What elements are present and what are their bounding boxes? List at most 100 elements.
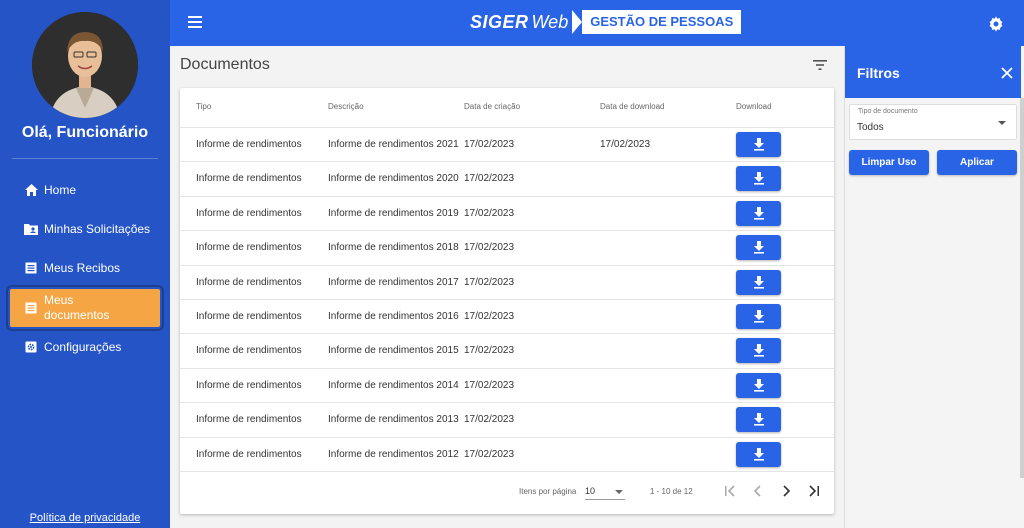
table-header: Tipo Descrição Data de criação Data de d…: [180, 88, 834, 128]
gear-icon[interactable]: [988, 16, 1004, 32]
cell-tipo: Informe de rendimentos: [196, 207, 302, 219]
download-button[interactable]: [736, 200, 781, 226]
download-icon: [753, 241, 764, 254]
menu-icon[interactable]: [188, 16, 202, 28]
page-title: Documentos: [180, 56, 270, 73]
download-button[interactable]: [736, 338, 781, 364]
close-icon[interactable]: [1001, 66, 1013, 79]
greeting: Olá, Funcionário: [21, 124, 149, 141]
last-page-icon[interactable]: [807, 484, 821, 498]
download-icon: [753, 378, 764, 392]
logo-arrow: [572, 10, 583, 34]
cell-descricao: Informe de rendimentos 2012: [328, 448, 459, 460]
cell-data-download: 17/02/2023: [600, 139, 651, 150]
cell-tipo: Informe de rendimentos: [196, 173, 302, 185]
table-row: Informe de rendimentos Informe de rendime…: [180, 334, 834, 369]
cell-tipo: Informe de rendimentos: [196, 311, 302, 322]
cell-tipo: Informe de rendimentos: [196, 242, 302, 254]
col-header-data-criacao: Data de criação: [464, 102, 521, 111]
sidebar-item-configuracoes[interactable]: Configurações: [10, 339, 160, 355]
privacy-policy-link[interactable]: Política de privacidade: [0, 512, 170, 524]
filters-title: Filtros: [857, 65, 900, 81]
download-button[interactable]: [736, 441, 781, 467]
download-button[interactable]: [736, 132, 781, 157]
documents-table: Tipo Descrição Data de criação Data de d…: [180, 88, 834, 514]
next-page-icon[interactable]: [779, 484, 793, 498]
sidebar-item-label: Minhas Solicitações: [44, 221, 151, 236]
doc-type-select[interactable]: Tipo de documento Todos: [849, 104, 1017, 140]
list-icon: [24, 261, 38, 275]
download-button[interactable]: [736, 269, 781, 295]
cell-data-criacao: 17/02/2023: [464, 379, 515, 391]
paginator: Itens por página 10 1 - 10 de 12: [180, 472, 834, 514]
download-icon: [753, 310, 764, 323]
logo-tagline: GESTÃO DE PESSOAS: [582, 10, 742, 34]
filters-panel: Filtros Tipo de documento Todos Limpar U…: [844, 46, 1024, 528]
cell-data-criacao: 17/02/2023: [464, 207, 515, 219]
logo-siger: SIGER: [470, 11, 529, 32]
table-row: Informe de rendimentos Informe de rendime…: [180, 231, 834, 266]
cell-descricao: Informe de rendimentos 2019: [328, 207, 459, 219]
settings-icon: [24, 340, 38, 354]
sidebar-item-minhas-solicitacoes[interactable]: Minhas Solicitações: [10, 213, 160, 245]
main-content: Documentos Tipo Descrição Data de criaçã…: [170, 46, 844, 528]
download-icon: [753, 447, 764, 461]
clear-filters-button[interactable]: Limpar Uso: [849, 150, 929, 175]
col-header-descricao: Descrição: [328, 102, 364, 111]
cell-descricao: Informe de rendimentos 2020: [328, 173, 459, 185]
download-button[interactable]: [736, 372, 781, 398]
apply-filters-button[interactable]: Aplicar: [937, 150, 1017, 175]
cell-data-criacao: 17/02/2023: [464, 139, 515, 150]
sidebar-item-meus-documentos[interactable]: Meus documentos: [6, 285, 164, 331]
download-icon: [753, 206, 764, 220]
scrollbar[interactable]: [1020, 98, 1024, 478]
page-size-value: 10: [585, 486, 596, 496]
doc-type-value: Todos: [857, 122, 884, 133]
caret-down-icon: [998, 121, 1006, 125]
cell-descricao: Informe de rendimentos 2014: [328, 379, 459, 391]
caret-down-icon: [615, 490, 623, 494]
download-button[interactable]: [736, 407, 781, 433]
table-row: Informe de rendimentos Informe de rendime…: [180, 266, 834, 300]
cell-tipo: Informe de rendimentos: [196, 448, 302, 460]
download-icon: [753, 275, 764, 289]
list-icon: [24, 301, 38, 315]
table-row: Informe de rendimentos Informe de rendime…: [180, 128, 834, 163]
download-button[interactable]: [736, 304, 781, 329]
sidebar: Olá, Funcionário Home Minhas Solicitaçõe…: [0, 0, 170, 528]
avatar: [32, 12, 138, 118]
cell-descricao: Informe de rendimentos 2017: [328, 276, 459, 288]
folder-user-icon: [24, 222, 38, 236]
page-range: 1 - 10 de 12: [650, 487, 693, 496]
sidebar-divider: [12, 158, 158, 159]
sidebar-item-label: Configurações: [44, 339, 122, 354]
cell-data-criacao: 17/02/2023: [464, 242, 515, 254]
page-size-select[interactable]: 10: [585, 484, 625, 500]
cell-descricao: Informe de rendimentos 2016: [328, 311, 459, 322]
download-icon: [753, 172, 764, 185]
cell-descricao: Informe de rendimentos 2013: [328, 414, 459, 426]
prev-page-icon[interactable]: [751, 484, 765, 498]
home-icon: [24, 183, 38, 197]
table-row: Informe de rendimentos Informe de rendime…: [180, 300, 834, 335]
download-icon: [753, 138, 764, 151]
table-row: Informe de rendimentos Informe de rendime…: [180, 369, 834, 404]
col-header-data-download: Data de download: [600, 102, 665, 111]
cell-data-criacao: 17/02/2023: [464, 448, 515, 460]
logo-web: Web: [531, 11, 569, 32]
download-button[interactable]: [736, 166, 781, 192]
cell-descricao: Informe de rendimentos 2015: [328, 345, 459, 357]
first-page-icon[interactable]: [723, 484, 737, 498]
sidebar-item-meus-recibos[interactable]: Meus Recibos: [10, 260, 160, 276]
cell-tipo: Informe de rendimentos: [196, 379, 302, 391]
filter-icon[interactable]: [812, 58, 828, 72]
doc-type-label: Tipo de documento: [858, 108, 918, 115]
cell-tipo: Informe de rendimentos: [196, 276, 302, 288]
cell-data-criacao: 17/02/2023: [464, 345, 515, 357]
top-bar: SIGER Web GESTÃO DE PESSOAS: [170, 0, 1024, 46]
download-icon: [753, 344, 764, 357]
download-button[interactable]: [736, 235, 781, 261]
download-icon: [753, 413, 764, 426]
table-row: Informe de rendimentos Informe de rendime…: [180, 197, 834, 232]
sidebar-item-home[interactable]: Home: [10, 182, 160, 198]
